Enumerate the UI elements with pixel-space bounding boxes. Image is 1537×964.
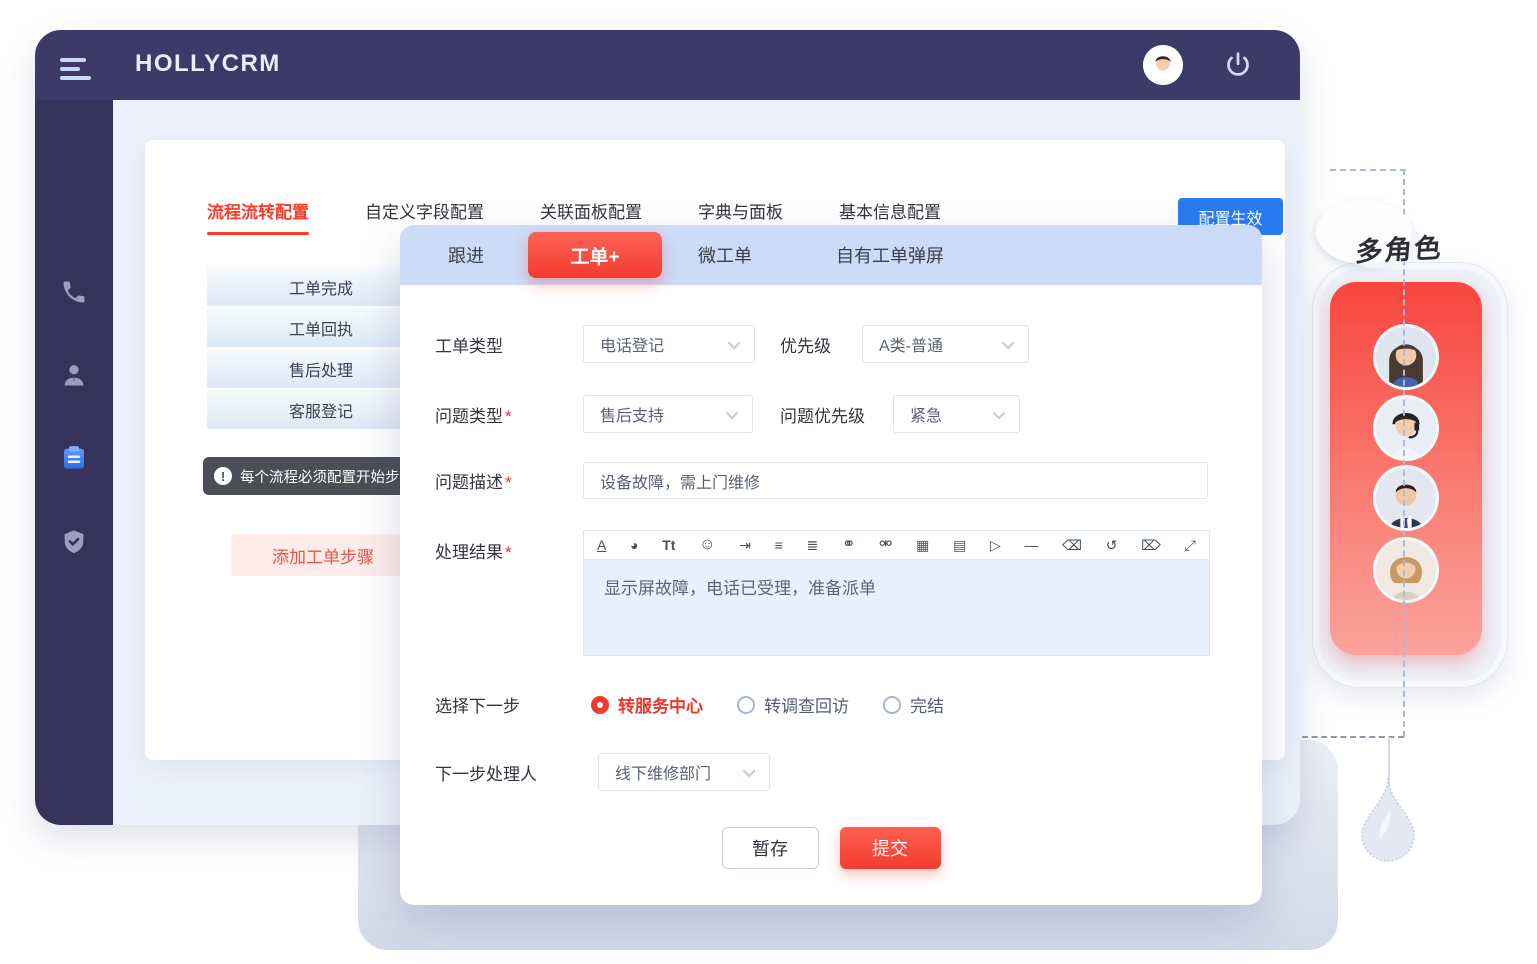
result-label: 处理结果* — [435, 538, 583, 563]
radio-dot — [591, 696, 609, 714]
result-editor-area[interactable]: 显示屏故障，电话已受理，准备派单 — [583, 560, 1210, 656]
list-icon[interactable]: ≣ — [807, 538, 819, 552]
customer-icon[interactable] — [54, 355, 94, 395]
image-icon[interactable]: ▤ — [953, 538, 966, 552]
radio-dot — [737, 696, 755, 714]
role-panel — [1330, 282, 1482, 655]
problem-desc-label: 问题描述* — [435, 468, 583, 493]
video-icon[interactable]: ▷ — [990, 538, 1001, 552]
problem-desc-input[interactable] — [583, 462, 1208, 499]
form-row-problem-desc: 问题描述* — [435, 462, 1208, 499]
security-icon[interactable] — [54, 522, 94, 562]
trash-icon[interactable]: ⌦ — [1141, 538, 1161, 552]
tab-linked-panel[interactable]: 关联面板配置 — [540, 198, 642, 223]
app-sidebar — [35, 100, 113, 825]
indent-icon[interactable]: ⇥ — [739, 538, 751, 552]
tab-follow-up[interactable]: 跟进 — [448, 225, 484, 285]
chevron-down-icon — [743, 764, 756, 777]
rich-text-editor: A ◕ Tt ☺ ⇥ ≡ ≣ ⚭ ⚮ ▦ ▤ ▷ — ⌫ ↺ ⌦ ⤢ 显示屏故障… — [583, 530, 1210, 656]
radio-finish[interactable]: 完结 — [883, 692, 944, 717]
phone-icon[interactable] — [54, 272, 94, 312]
menu-icon[interactable] — [60, 58, 96, 84]
tab-dictionary-panel[interactable]: 字典与面板 — [698, 198, 783, 223]
problem-priority-select[interactable]: 紧急 — [893, 395, 1020, 433]
table-icon[interactable]: ▦ — [916, 538, 929, 552]
eraser-icon[interactable]: ⌫ — [1062, 538, 1082, 552]
app-header: HOLLYCRM — [35, 30, 1300, 100]
modal-tab-bar: 跟进 工单+ 微工单 自有工单弹屏 — [400, 225, 1262, 285]
tab-custom-fields[interactable]: 自定义字段配置 — [365, 198, 484, 223]
undo-icon[interactable]: ↺ — [1106, 538, 1118, 552]
radio-survey-callback[interactable]: 转调查回访 — [737, 692, 849, 717]
problem-type-select[interactable]: 售后支持 — [583, 395, 753, 433]
add-step-button[interactable]: 添加工单步骤 — [231, 534, 415, 576]
editor-toolbar: A ◕ Tt ☺ ⇥ ≡ ≣ ⚭ ⚮ ▦ ▤ ▷ — ⌫ ↺ ⌦ ⤢ — [583, 530, 1210, 560]
role-avatar-3 — [1373, 465, 1439, 531]
problem-type-label: 问题类型* — [435, 402, 583, 427]
link-icon[interactable]: ⚭ — [842, 537, 855, 553]
emoji-icon[interactable]: ☺ — [699, 537, 715, 553]
tab-micro-workorder[interactable]: 微工单 — [698, 225, 752, 285]
next-handler-label: 下一步处理人 — [435, 760, 598, 785]
priority-select[interactable]: A类-普通 — [862, 325, 1029, 363]
font-style-icon[interactable]: A — [597, 538, 606, 552]
form-row-next-handler: 下一步处理人 线下维修部门 — [435, 753, 770, 791]
submit-button[interactable]: 提交 — [840, 827, 941, 869]
chevron-down-icon — [728, 336, 741, 349]
tab-basic-info[interactable]: 基本信息配置 — [839, 198, 941, 223]
radio-service-center[interactable]: 转服务中心 — [591, 692, 703, 717]
chevron-down-icon — [993, 406, 1006, 419]
role-note-label: 多角色 — [1354, 226, 1445, 269]
power-icon[interactable] — [1223, 50, 1253, 80]
form-row-result: 处理结果* — [435, 538, 583, 563]
priority-label: 优先级 — [780, 332, 831, 357]
config-tab-bar: 流程流转配置 自定义字段配置 关联面板配置 字典与面板 基本信息配置 — [207, 198, 941, 223]
save-draft-button[interactable]: 暂存 — [722, 827, 819, 869]
role-avatar-4 — [1373, 537, 1439, 603]
chevron-down-icon — [1002, 336, 1015, 349]
unlink-icon[interactable]: ⚮ — [879, 537, 892, 553]
color-palette-icon[interactable]: ◕ — [630, 538, 638, 552]
user-avatar[interactable] — [1143, 45, 1183, 85]
brand-logo: HOLLYCRM — [135, 50, 281, 78]
tab-own-popup[interactable]: 自有工单弹屏 — [836, 225, 944, 285]
form-row-problem-type: 问题类型* 售后支持 问题优先级 紧急 — [435, 395, 1020, 433]
form-row-next-step: 选择下一步 转服务中心 转调查回访 完结 — [435, 692, 944, 717]
next-step-options: 转服务中心 转调查回访 完结 — [591, 692, 944, 717]
tab-process-flow[interactable]: 流程流转配置 — [207, 198, 309, 223]
horizontal-rule-icon[interactable]: — — [1025, 538, 1039, 552]
workorder-modal: 跟进 工单+ 微工单 自有工单弹屏 工单类型 电话登记 优先级 A类-普通 问题… — [400, 225, 1262, 905]
form-row-order-type: 工单类型 电话登记 优先级 A类-普通 — [435, 325, 1029, 363]
chevron-down-icon — [726, 406, 739, 419]
warning-icon: ! — [214, 467, 232, 485]
next-step-label: 选择下一步 — [435, 692, 583, 717]
align-icon[interactable]: ≡ — [775, 538, 783, 552]
droplet-decoration — [1360, 776, 1416, 867]
next-handler-select[interactable]: 线下维修部门 — [598, 753, 770, 791]
tab-workorder-plus[interactable]: 工单+ — [528, 232, 662, 278]
radio-dot — [883, 696, 901, 714]
warning-text: 每个流程必须配置开始步骤 — [240, 466, 414, 487]
role-avatar-1 — [1373, 324, 1439, 390]
screen: 多角色 HOLLYCRM — [0, 0, 1537, 964]
role-avatar-2 — [1373, 395, 1439, 461]
problem-priority-label: 问题优先级 — [780, 402, 865, 427]
order-type-label: 工单类型 — [435, 332, 583, 357]
order-type-select[interactable]: 电话登记 — [583, 325, 755, 363]
dashed-line-top — [1330, 169, 1406, 171]
font-size-icon[interactable]: Tt — [662, 538, 675, 552]
modal-actions: 暂存 提交 — [400, 827, 1262, 869]
fullscreen-icon[interactable]: ⤢ — [1185, 538, 1196, 552]
workorder-icon[interactable] — [54, 438, 94, 478]
